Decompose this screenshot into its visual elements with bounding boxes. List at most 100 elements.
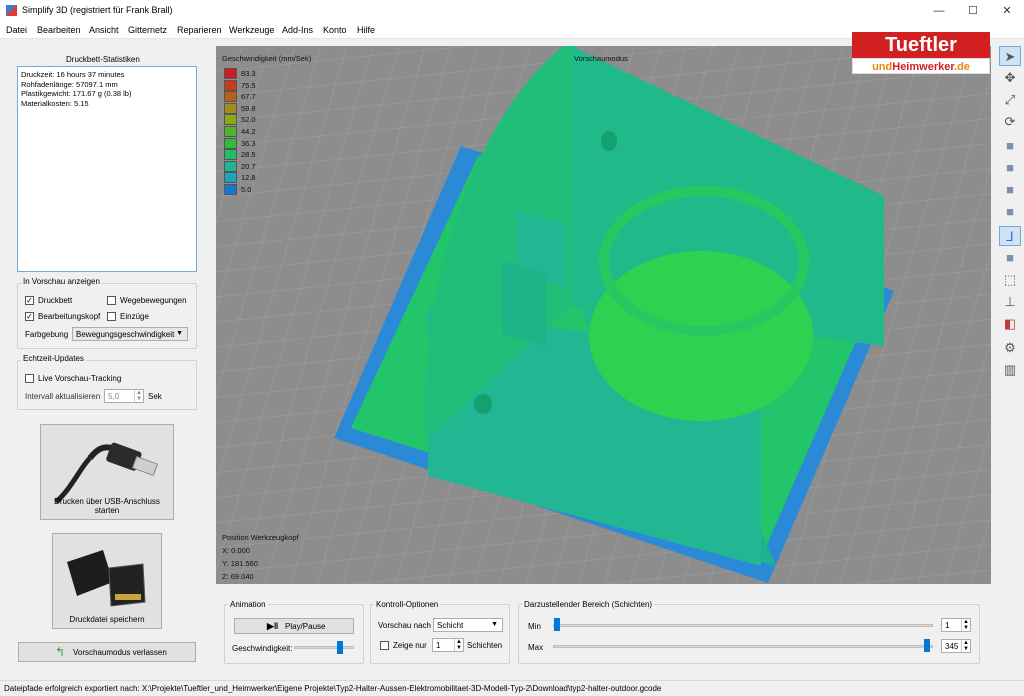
legend-swatch [224, 102, 237, 114]
play-pause-button[interactable]: ▶‖ Play/Pause [234, 618, 354, 634]
min-label: Min [528, 622, 541, 631]
interval-label: Intervall aktualisieren [25, 392, 101, 401]
cross-section-icon[interactable]: ◧ [999, 314, 1021, 334]
inner-block-2 [502, 261, 546, 346]
spin-arrows-icon[interactable]: ▲ ▼ [454, 639, 463, 651]
legend-title: Geschwindigkeit (mm/Sek) [222, 54, 312, 63]
preview-by-value: Schicht [437, 621, 464, 630]
axes-outline-icon[interactable]: ⊥ [999, 292, 1021, 312]
max-input[interactable]: 345 ▲ ▼ [941, 639, 971, 653]
legend-swatch [224, 68, 237, 79]
min-slider-thumb[interactable] [554, 618, 560, 631]
show-only-checkbox[interactable] [380, 641, 389, 650]
bearbeitungskopf-checkbox[interactable]: ✓ [25, 312, 34, 321]
exit-preview-button[interactable]: ↰ Vorschaumodus verlassen [18, 642, 196, 662]
menu-konto[interactable]: Konto [323, 25, 347, 35]
view-front-icon[interactable]: ■ [999, 158, 1021, 178]
save-print-file-label: Druckdatei speichern [69, 615, 145, 624]
menu-hilfe[interactable]: Hilfe [357, 25, 375, 35]
menu-werkzeuge[interactable]: Werkzeuge [229, 25, 274, 35]
legend-value: 20.7 [241, 161, 256, 171]
stats-title: Druckbett-Statistiken [66, 55, 140, 64]
move-icon[interactable]: ✥ [999, 68, 1021, 88]
speed-slider-thumb[interactable] [337, 641, 344, 654]
save-print-file-button[interactable]: Druckdatei speichern [52, 533, 162, 629]
show-only-label: Zeige nur [393, 641, 427, 650]
legend-swatch [224, 160, 237, 172]
bearbeitungskopf-label: Bearbeitungskopf [38, 312, 101, 321]
mode-label: Vorschaumodus [574, 54, 628, 63]
settings-gear-icon[interactable]: ⚙ [999, 338, 1021, 358]
menu-ansicht[interactable]: Ansicht [89, 25, 119, 35]
druckbett-checkbox[interactable]: ✓ [25, 296, 34, 305]
max-slider-thumb[interactable] [924, 639, 930, 652]
view-iso-icon[interactable]: ■ [999, 202, 1021, 222]
speed-slider-track[interactable] [294, 646, 354, 649]
range-title: Darzustellender Bereich (Schichten) [522, 600, 655, 609]
legend-swatch [224, 79, 237, 91]
min-slider-track[interactable] [553, 624, 933, 627]
position-title: Position Werkzeugkopf [222, 533, 299, 542]
3d-viewport[interactable]: Geschwindigkeit (mm/Sek) 83.3 75.5 67.7 59.… [216, 46, 991, 584]
sd-card-icon [67, 550, 146, 607]
control-group [370, 604, 510, 664]
maximize-button[interactable]: ☐ [957, 0, 989, 22]
menu-add-ins[interactable]: Add-Ins [282, 25, 313, 35]
farbgebung-select[interactable]: Bewegungsgeschwindigkeit ▼ [72, 327, 188, 341]
close-button[interactable]: ✕ [991, 0, 1023, 22]
logo-und: und [872, 61, 893, 73]
play-pause-label: Play/Pause [285, 622, 326, 631]
screw-hole [601, 131, 617, 151]
select-cursor-icon[interactable]: ➤ [999, 46, 1021, 66]
layers-icon[interactable]: ▥ [999, 360, 1021, 380]
stat-print-time: Druckzeit: 16 hours 37 minutes [21, 70, 125, 79]
einzuege-checkbox[interactable] [107, 312, 116, 321]
preview-group-title: In Vorschau anzeigen [21, 277, 102, 286]
cylinder-floor [589, 251, 813, 421]
window-title: Simplify 3D (registriert für Frank Brall… [22, 5, 173, 15]
realtime-group-title: Echtzeit-Updates [21, 354, 86, 363]
title-bar: Simplify 3D (registriert für Frank Brall… [0, 0, 1024, 22]
legend-value: 28.5 [241, 150, 256, 160]
interval-input[interactable]: 5,0 ▲ ▼ [104, 389, 144, 403]
rotate-icon[interactable]: ⟳ [999, 112, 1021, 132]
min-input[interactable]: 1 ▲ ▼ [941, 618, 971, 632]
live-tracking-label: Live Vorschau-Tracking [38, 374, 122, 383]
legend-swatch [224, 114, 237, 126]
position-z: Z: 69.040 [222, 572, 254, 581]
show-only-input[interactable]: 1 ▲ ▼ [432, 638, 464, 652]
axes-icon[interactable]: ⅃ [999, 226, 1021, 246]
minimize-button[interactable]: — [923, 0, 955, 22]
wegebewegungen-checkbox[interactable] [107, 296, 116, 305]
spin-arrows-icon[interactable]: ▲ ▼ [961, 640, 970, 652]
stat-material-cost: Materialkosten: 5.15 [21, 98, 89, 108]
menu-gitternetz[interactable]: Gitternetz [128, 25, 167, 35]
brand-logo: Tueftler undHeimwerker.de [852, 32, 990, 74]
usb-print-button[interactable]: Drucken über USB-Anschluss starten [40, 424, 174, 520]
preview-by-select[interactable]: Schicht ▼ [433, 618, 503, 632]
scale-icon[interactable]: ⤢ [999, 90, 1021, 110]
view-side-icon[interactable]: ■ [999, 180, 1021, 200]
legend-swatch [224, 172, 237, 184]
viewport-scene [216, 46, 991, 584]
solid-view-icon[interactable]: ■ [999, 248, 1021, 268]
view-top-icon[interactable]: ■ [999, 136, 1021, 156]
play-pause-icon: ▶‖ [267, 621, 279, 631]
menu-bearbeiten[interactable]: Bearbeiten [37, 25, 81, 35]
legend-swatch [224, 126, 237, 137]
spin-arrows-icon[interactable]: ▲ ▼ [134, 390, 143, 402]
layers-label: Schichten [467, 641, 503, 650]
legend-value: 5.0 [241, 185, 252, 194]
min-value: 1 [945, 621, 950, 630]
legend-value: 83.3 [241, 69, 256, 78]
legend-swatch [224, 137, 237, 149]
menu-reparieren[interactable]: Reparieren [177, 25, 222, 35]
max-slider-track[interactable] [553, 645, 933, 648]
spin-arrows-icon[interactable]: ▲ ▼ [961, 619, 970, 631]
legend-value: 36.3 [241, 138, 256, 148]
wireframe-icon[interactable]: ⬚ [999, 270, 1021, 290]
menu-datei[interactable]: Datei [6, 25, 27, 35]
speed-label: Geschwindigkeit: [232, 644, 293, 653]
live-tracking-checkbox[interactable] [25, 374, 34, 383]
animation-title: Animation [228, 600, 268, 609]
